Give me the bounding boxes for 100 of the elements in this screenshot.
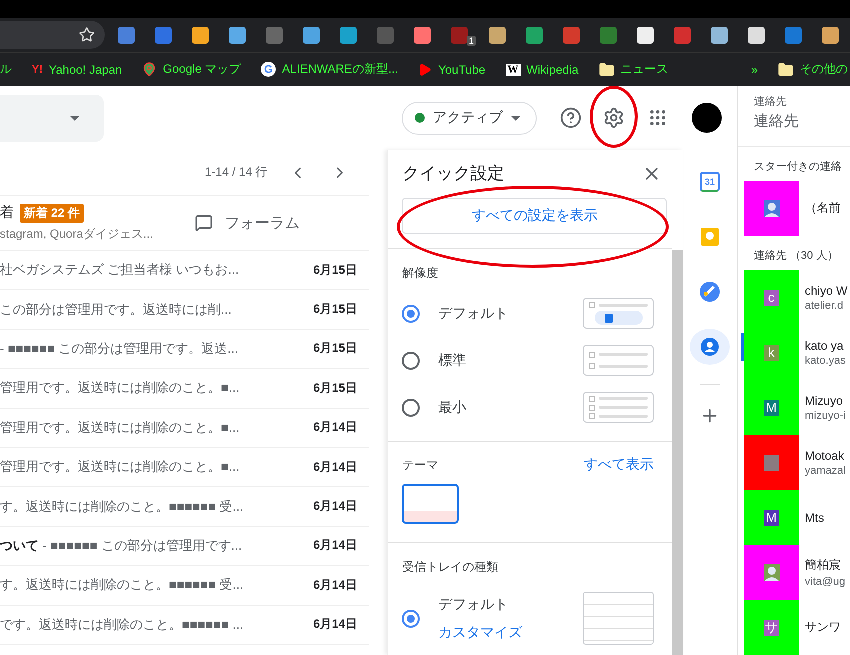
mail-snippet[interactable]: 管理用です。返送時には削除のこと。■... (0, 458, 298, 476)
view-all-link[interactable]: すべて表示 (584, 456, 654, 474)
letter-avatar: c (764, 290, 779, 306)
contact-email: yamazal (805, 464, 846, 476)
mail-snippet[interactable]: 社ベガシステムズ ご担当者様 いつもお... (0, 261, 298, 280)
mail-snippet[interactable]: 管理用です。返送時には削除のこと。■... (0, 379, 298, 398)
extension-icon[interactable] (192, 26, 209, 44)
bookmark[interactable]: Google マップ (142, 61, 242, 78)
mail-date: 6月14日 (312, 419, 358, 436)
contact-tile[interactable]: サ (744, 600, 799, 655)
settings-icon[interactable] (603, 107, 625, 129)
mail-snippet[interactable]: 管理用です。返送時には削除のこと。■... (0, 418, 298, 437)
contact-tile[interactable] (744, 181, 799, 236)
folder-icon (598, 62, 615, 78)
letter-avatar: k (764, 344, 779, 360)
panel-title: クイック設定 (402, 163, 504, 186)
extension-icon[interactable] (228, 26, 246, 44)
mail-date: 6月14日 (312, 498, 358, 516)
letter-avatar: M (764, 400, 779, 416)
extension-icon[interactable] (302, 26, 320, 44)
customize-link[interactable]: カスタマイズ (438, 624, 584, 642)
mail-snippet[interactable]: - ■■■■■■ この部分は管理用です。返送... (0, 340, 298, 358)
contact-email: kato.yas (805, 354, 846, 366)
extension-icon[interactable] (711, 26, 728, 44)
contact-tile[interactable]: M (744, 490, 799, 545)
mail-snippet[interactable]: す。返送時には削除のこと。■■■■■■ 受... (0, 498, 298, 516)
contact-name: （名前 (805, 200, 841, 217)
contact-name: chiyo W (805, 284, 848, 298)
density-preview (583, 392, 654, 423)
extension-icon[interactable] (822, 26, 839, 44)
option-label: 最小 (438, 398, 468, 416)
contact-tile[interactable]: M (744, 380, 799, 435)
bookmark[interactable]: ニュース (598, 61, 669, 78)
pagination-text: 1-14 / 14 行 (205, 164, 268, 181)
help-icon[interactable] (560, 107, 582, 129)
extension-icon[interactable] (489, 26, 506, 44)
contact-tile[interactable] (744, 545, 799, 600)
contact-tile[interactable] (744, 435, 799, 490)
option-label: デフォルト (438, 596, 510, 614)
mail-date: 6月14日 (312, 537, 358, 554)
mail-snippet[interactable]: す。返送時には削除のこと。■■■■■■ 受... (0, 576, 298, 594)
radio-button[interactable] (402, 304, 420, 322)
map-pin-icon (142, 62, 158, 77)
scrollbar-thumb[interactable] (672, 250, 684, 655)
section-label: スター付きの連絡 (753, 160, 843, 175)
all-settings-button[interactable]: すべての設定を表示 (402, 198, 668, 234)
mail-date: 6月15日 (312, 340, 358, 358)
mail-date: 6月15日 (312, 262, 358, 279)
mail-date: 6月14日 (312, 616, 358, 634)
caret-icon (70, 116, 80, 120)
section-label: 受信トレイの種類 (402, 559, 500, 576)
category-title: 着 (0, 204, 14, 222)
search-field[interactable] (0, 94, 104, 142)
contact-name: Mizuyo (805, 394, 844, 408)
option-label: 標準 (438, 352, 468, 370)
bookmark[interactable]: その他の (778, 61, 848, 78)
bookmark[interactable]: ル (0, 61, 12, 78)
more-bookmarks[interactable]: » (751, 62, 758, 76)
theme-thumbnail[interactable] (402, 484, 460, 524)
contact-tile[interactable]: k (744, 325, 799, 380)
contact-email: vita@ug (805, 576, 846, 588)
radio-button[interactable] (402, 352, 420, 370)
section-label: テーマ (402, 456, 438, 474)
apps-grid-icon[interactable] (648, 108, 668, 128)
contact-name: kato ya (805, 338, 845, 352)
extension-icon[interactable] (414, 26, 431, 44)
address-bar[interactable] (0, 21, 105, 49)
bookmark[interactable]: Y! Yahoo! Japan (32, 62, 122, 76)
bookmark[interactable]: G ALIENWAREの新型... (261, 61, 398, 78)
radio-button[interactable] (402, 610, 420, 628)
account-avatar[interactable] (692, 103, 722, 133)
extension-icon[interactable] (748, 26, 765, 44)
bookmark[interactable]: W Wikipedia (506, 62, 579, 76)
panel-overline: 連絡先 (754, 95, 788, 109)
mail-date: 6月15日 (312, 380, 358, 397)
category-title[interactable]: フォーラム (225, 214, 300, 232)
contact-name: Mts (805, 510, 824, 524)
letter-avatar: サ (764, 620, 779, 636)
mail-snippet[interactable]: この部分は管理用です。返送時には削... (0, 300, 298, 319)
radio-button[interactable] (402, 398, 420, 416)
density-preview (583, 345, 654, 376)
panel-title: 連絡先 (754, 112, 800, 131)
star-icon[interactable] (78, 27, 95, 43)
mail-snippet[interactable]: ついて - ■■■■■■ この部分は管理用です... (0, 536, 298, 555)
contact-name: サンワ (805, 619, 841, 636)
site-icon: W (506, 64, 521, 76)
mail-snippet[interactable]: です。返送時には削除のこと。■■■■■■ ... (0, 616, 298, 634)
status-dropdown[interactable]: アクティブ (402, 102, 537, 134)
density-preview (583, 298, 654, 329)
bookmark[interactable]: YouTube (418, 62, 486, 76)
section-label: 連絡先 （30 人） (753, 249, 840, 264)
new-count-badge: 新着 22 件 (20, 204, 84, 222)
inbox-preview (583, 592, 654, 645)
folder-icon (778, 62, 794, 78)
contact-tile[interactable]: c (744, 270, 799, 325)
category-senders: stagram, Quoraダイジェス... (0, 226, 154, 242)
extension-badge: 1 (466, 36, 476, 46)
category-row[interactable]: 着 新着 22 件 stagram, Quoraダイジェス... フォーラム (0, 195, 370, 251)
extension-icon[interactable] (637, 26, 654, 44)
letter-avatar: M (764, 510, 779, 526)
